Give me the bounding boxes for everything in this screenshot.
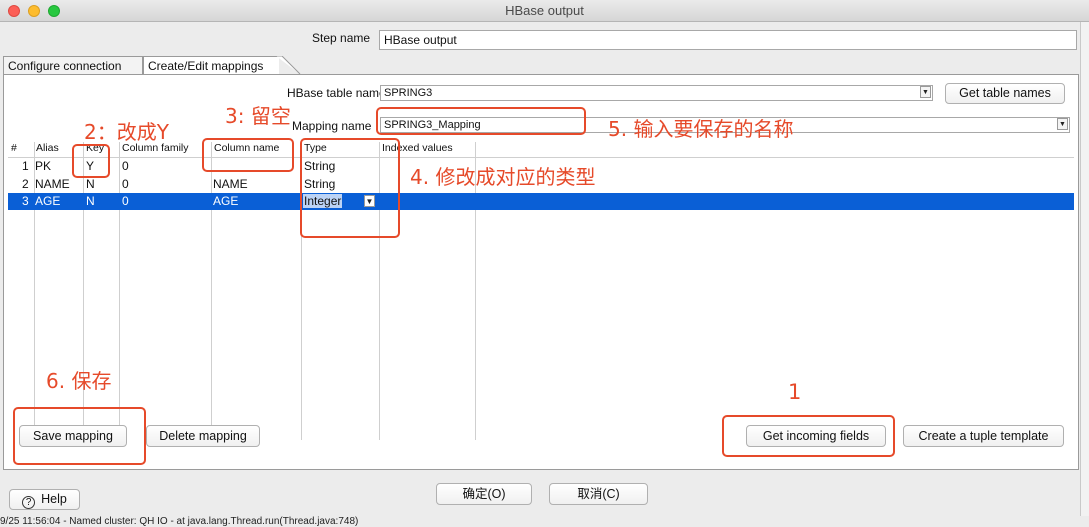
column-family-cell[interactable]: 0: [122, 177, 129, 191]
alias-cell[interactable]: AGE: [35, 194, 60, 208]
ok-button[interactable]: 确定(O): [436, 483, 532, 505]
step-name-label: Step name: [312, 31, 371, 45]
col-header-alias: Alias: [36, 142, 59, 154]
annotation-step-4: 4. 修改成对应的类型: [410, 165, 596, 189]
table-row-selected[interactable]: 3 AGE N 0 AGE Integer ▼: [8, 193, 1074, 210]
mapping-name-dropdown-arrow-icon[interactable]: ▼: [1057, 118, 1068, 130]
annotation-step-2: 2：改成Y: [84, 120, 169, 144]
row-number: 1: [22, 159, 29, 173]
annotation-box-save: [13, 407, 146, 465]
key-cell[interactable]: N: [86, 194, 95, 208]
column-name-cell[interactable]: NAME: [213, 177, 248, 191]
window-title: HBase output: [505, 3, 584, 18]
annotation-box-key: [72, 144, 110, 178]
alias-cell[interactable]: PK: [35, 159, 51, 173]
annotation-box-column-name: [202, 138, 294, 172]
hbase-table-name-value: SPRING3: [384, 87, 433, 99]
hbase-table-name-label: HBase table name: [287, 86, 386, 100]
row-number: 2: [22, 177, 29, 191]
background-window-edge: [1080, 22, 1089, 516]
get-table-names-button[interactable]: Get table names: [945, 83, 1065, 104]
help-label: Help: [41, 492, 67, 506]
tab-slant-edge: [276, 56, 301, 75]
step-name-input[interactable]: HBase output: [379, 30, 1077, 50]
annotation-box-incoming: [722, 415, 895, 457]
annotation-step-6: 6. 保存: [46, 369, 112, 393]
cancel-button[interactable]: 取消(C): [549, 483, 648, 505]
column-family-cell[interactable]: 0: [122, 159, 129, 173]
mapping-name-label: Mapping name: [292, 119, 372, 133]
col-header-num: #: [11, 142, 17, 154]
create-tuple-template-button[interactable]: Create a tuple template: [903, 425, 1064, 447]
alias-cell[interactable]: NAME: [35, 177, 70, 191]
delete-mapping-button[interactable]: Delete mapping: [146, 425, 260, 447]
annotation-box-mapping-name: [376, 107, 586, 135]
background-log-text: 9/25 11:56:04 - Named cluster: QH IO - a…: [0, 516, 359, 527]
row-number: 3: [22, 194, 29, 208]
column-family-cell[interactable]: 0: [122, 194, 129, 208]
key-cell[interactable]: N: [86, 177, 95, 191]
annotation-step-3: 3: 留空: [225, 104, 291, 128]
annotation-step-5: 5. 输入要保存的名称: [608, 117, 794, 141]
hbase-table-dropdown-arrow-icon[interactable]: ▼: [920, 86, 931, 98]
tab-configure-connection[interactable]: Configure connection: [3, 56, 143, 75]
tab-create-edit-mappings[interactable]: Create/Edit mappings: [143, 56, 279, 75]
annotation-step-1: 1: [788, 380, 802, 404]
hbase-table-name-combo[interactable]: SPRING3: [380, 85, 933, 101]
column-name-cell[interactable]: AGE: [213, 194, 238, 208]
help-icon: ?: [22, 496, 36, 509]
annotation-box-type: [300, 138, 400, 238]
help-button[interactable]: ? Help: [9, 489, 80, 510]
